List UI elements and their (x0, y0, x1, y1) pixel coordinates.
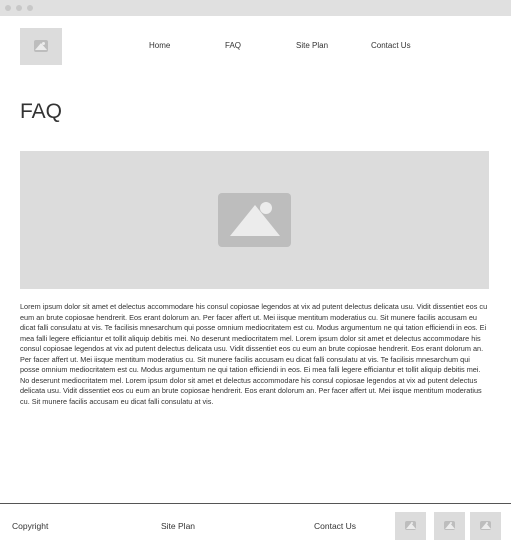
nav-faq-link[interactable]: FAQ (225, 41, 241, 50)
footer-contact-link[interactable]: Contact Us (314, 521, 356, 531)
image-placeholder-icon (405, 521, 416, 530)
nav-contact-link[interactable]: Contact Us (371, 41, 411, 50)
hero-image (20, 151, 489, 289)
nav-site-plan-link[interactable]: Site Plan (296, 41, 328, 50)
site-logo[interactable] (20, 28, 62, 65)
social-link-3[interactable] (470, 512, 501, 540)
window-minimize-dot[interactable] (16, 5, 22, 11)
page-title: FAQ (20, 100, 63, 123)
image-placeholder-icon (444, 521, 455, 530)
social-link-2[interactable] (434, 512, 465, 540)
image-placeholder-icon (480, 521, 491, 530)
window-titlebar (0, 0, 511, 16)
footer-site-plan-link[interactable]: Site Plan (161, 521, 195, 531)
window-close-dot[interactable] (5, 5, 11, 11)
body-paragraph: Lorem ipsum dolor sit amet et delectus a… (20, 302, 488, 406)
image-placeholder-icon (34, 40, 48, 52)
browser-window: Home FAQ Site Plan Contact Us FAQ Lorem … (0, 0, 511, 549)
footer-divider (0, 503, 511, 504)
window-maximize-dot[interactable] (27, 5, 33, 11)
nav-home-link[interactable]: Home (149, 41, 170, 50)
social-link-1[interactable] (395, 512, 426, 540)
footer-copyright: Copyright (12, 521, 49, 531)
image-placeholder-icon (218, 193, 291, 247)
